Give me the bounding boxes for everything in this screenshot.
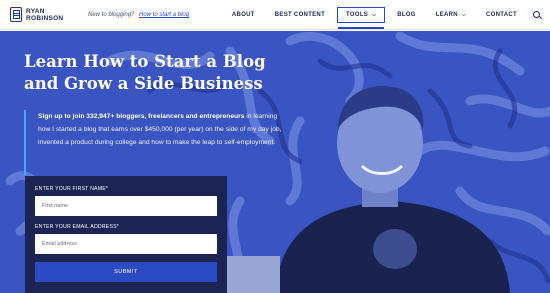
quote-bar	[24, 110, 26, 175]
site-logo[interactable]: RYAN ROBINSON	[10, 7, 63, 22]
new-prompt-text: New to blogging?	[88, 12, 135, 18]
how-to-start-link[interactable]: How to start a blog	[139, 12, 189, 18]
nav-learn[interactable]: LEARN ⌵	[426, 0, 476, 30]
site-header: RYAN ROBINSON New to blogging? How to st…	[0, 0, 550, 30]
chevron-down-icon: ⌵	[372, 12, 377, 18]
submit-button[interactable]: SUBMIT	[35, 262, 217, 282]
main-nav: ABOUT BEST CONTENT TOOLS ⌵ BLOG LEARN ⌵ …	[222, 0, 542, 30]
nav-tools-label: TOOLS	[346, 12, 369, 18]
nav-learn-label: LEARN	[435, 12, 458, 18]
nav-contact[interactable]: CONTACT	[476, 0, 527, 30]
hero-section: Learn How to Start a Blog and Grow a Sid…	[0, 31, 550, 293]
hero-headline: Learn How to Start a Blog and Grow a Sid…	[24, 52, 266, 93]
email-input[interactable]	[35, 234, 217, 254]
search-icon[interactable]	[533, 10, 542, 20]
new-to-blogging-prompt: New to blogging? How to start a blog	[88, 12, 189, 18]
logo-text: RYAN ROBINSON	[26, 7, 64, 22]
signup-form: ENTER YOUR FIRST NAME* ENTER YOUR EMAIL …	[25, 176, 227, 293]
nav-about[interactable]: ABOUT	[222, 0, 265, 30]
chevron-down-icon: ⌵	[461, 12, 467, 18]
hero-description-bold: Sign up to join 332,947+ bloggers, freel…	[38, 113, 245, 120]
nav-tools[interactable]: TOOLS ⌵	[337, 7, 386, 29]
nav-blog[interactable]: BLOG	[387, 0, 426, 30]
nav-best-content[interactable]: BEST CONTENT	[265, 0, 335, 30]
email-label: ENTER YOUR EMAIL ADDRESS*	[35, 224, 119, 230]
logo-icon	[10, 7, 22, 22]
first-name-label: ENTER YOUR FIRST NAME*	[35, 186, 109, 192]
hero-description: Sign up to join 332,947+ bloggers, freel…	[38, 110, 288, 149]
first-name-input[interactable]	[35, 196, 217, 216]
